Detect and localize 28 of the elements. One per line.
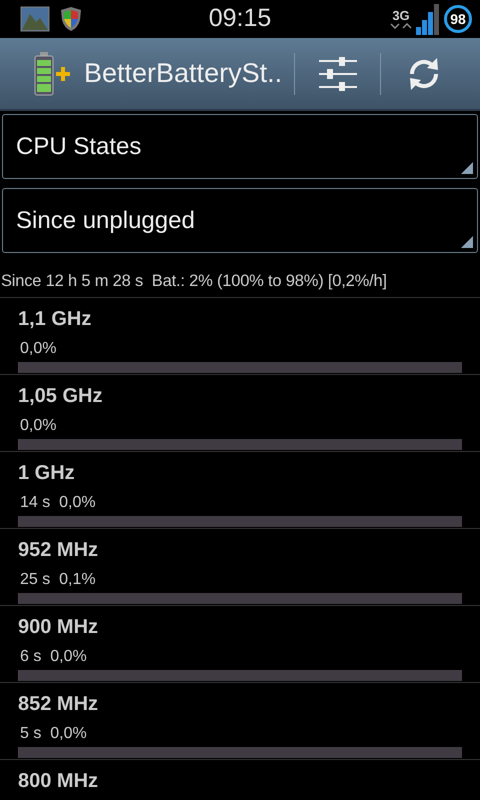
dropdown-corner-icon (461, 236, 473, 248)
sliders-icon (318, 56, 356, 90)
time-percent-text: 25 s 0,1% (19, 570, 97, 589)
app-title: BetterBatterySt.. (84, 58, 284, 89)
network-type: 3G (392, 9, 410, 23)
shield-icon (60, 6, 82, 32)
dropdown-corner-icon (461, 162, 473, 174)
battery-level: 98 (444, 5, 472, 33)
time-percent-text: 14 s 0,0% (19, 493, 97, 512)
frequency-label: 852 MHz (18, 692, 100, 717)
dropdown[interactable]: CPU States (2, 114, 478, 179)
frequency-label: 900 MHz (18, 615, 100, 640)
clock: 09:15 (208, 4, 272, 33)
landscape-icon (20, 6, 50, 32)
time-percent-text: 6 s 0,0% (19, 647, 88, 666)
time-percent-text: 5 s 0,0% (19, 724, 88, 743)
signal-icon (416, 3, 440, 35)
battery-plus-icon (34, 52, 70, 96)
time-percent-text: 0,0% (19, 416, 58, 435)
data-arrows-icon (390, 23, 412, 29)
frequency-label: 1,1 GHz (18, 307, 92, 332)
frequency-label: 952 MHz (18, 538, 100, 563)
frequency-label: 1 GHz (18, 461, 76, 486)
dropdown[interactable]: Since unplugged (2, 188, 478, 253)
time-percent-text: 0,0% (19, 339, 58, 358)
frequency-label: 800 MHz (18, 769, 100, 794)
summary-text: Since 12 h 5 m 28 s Bat.: 2% (100% to 98%) [0,2%/h] (1, 272, 387, 290)
frequency-label: 1,05 GHz (18, 384, 104, 409)
